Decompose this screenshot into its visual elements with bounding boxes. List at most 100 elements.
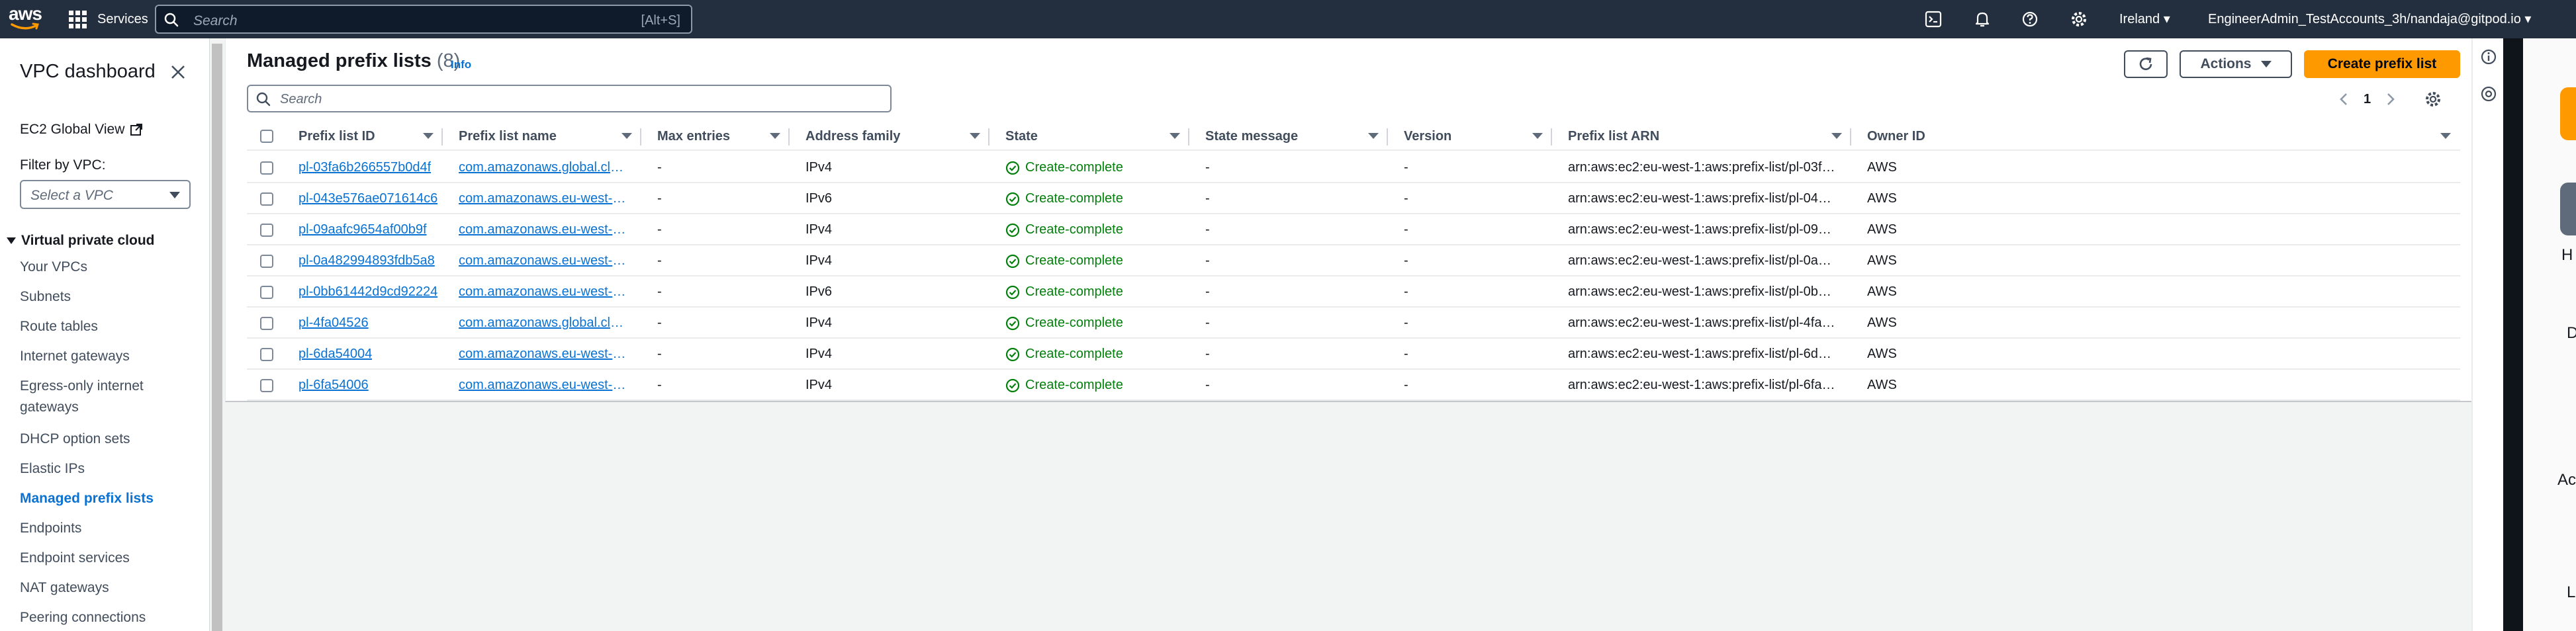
cell-prefix-list-name[interactable]: com.amazonaws.eu-west-1.dynamodb bbox=[459, 370, 628, 401]
row-checkbox[interactable] bbox=[260, 224, 273, 237]
prefix-list-id-link[interactable]: pl-03fa6b266557b0d4f bbox=[299, 160, 431, 175]
sidebar-item-dhcp-option-sets[interactable]: DHCP option sets bbox=[20, 429, 130, 450]
prefix-list-id-link[interactable]: pl-6da54004 bbox=[299, 347, 372, 362]
prefix-list-id-link[interactable]: pl-6fa54006 bbox=[299, 378, 369, 393]
row-checkbox[interactable] bbox=[260, 255, 273, 268]
table-row[interactable]: pl-09aafc9654af00b9f com.amazonaws.eu-wes… bbox=[247, 214, 2460, 245]
cell-prefix-list-name[interactable]: com.amazonaws.eu-west-1.ipv6.s3 bbox=[459, 183, 628, 214]
row-checkbox[interactable] bbox=[260, 317, 273, 330]
account-menu[interactable]: EngineerAdmin_TestAccounts_3h/nandaja@gi… bbox=[2208, 11, 2531, 27]
cloudshell-icon[interactable] bbox=[1922, 8, 1945, 30]
column-prefix-list-name[interactable]: Prefix list name bbox=[444, 122, 641, 151]
row-checkbox[interactable] bbox=[260, 161, 273, 175]
table-row[interactable]: pl-6da54004 com.amazonaws.eu-west-1.s3 - IP… bbox=[247, 339, 2460, 370]
global-search-input[interactable]: Search [Alt+S] bbox=[155, 5, 692, 34]
actions-button[interactable]: Actions bbox=[2180, 50, 2292, 78]
create-prefix-list-button[interactable]: Create prefix list bbox=[2304, 50, 2460, 78]
cell-prefix-list-id[interactable]: pl-043e576ae071614c6 bbox=[299, 183, 444, 214]
row-checkbox[interactable] bbox=[260, 286, 273, 299]
region-selector[interactable]: Ireland ▾ bbox=[2119, 11, 2170, 27]
sidebar-title[interactable]: VPC dashboard bbox=[20, 61, 156, 83]
cell-prefix-list-name[interactable]: com.amazonaws.global.cloudfront.origin-f… bbox=[459, 308, 628, 339]
column-version[interactable]: Version bbox=[1389, 122, 1552, 151]
sidebar-item-subnets[interactable]: Subnets bbox=[20, 286, 71, 308]
table-row[interactable]: pl-4fa04526 com.amazonaws.global.cloudfro… bbox=[247, 308, 2460, 339]
prefix-list-id-link[interactable]: pl-0a482994893fdb5a8 bbox=[299, 253, 435, 269]
column-state-message[interactable]: State message bbox=[1191, 122, 1388, 151]
sidebar-item-managed-prefix-lists[interactable]: Managed prefix lists bbox=[20, 488, 154, 509]
column-prefix-list-id[interactable]: Prefix list ID bbox=[291, 122, 443, 151]
prefix-list-name-link[interactable]: com.amazonaws.global.cloudfront.origin-f… bbox=[459, 160, 628, 175]
chevron-right-icon[interactable] bbox=[2385, 92, 2396, 106]
section-virtual-private-cloud[interactable]: Virtual private cloud bbox=[7, 233, 155, 249]
column-owner-id[interactable]: Owner ID bbox=[1853, 122, 2460, 151]
column-state[interactable]: State bbox=[991, 122, 1189, 151]
column-max-entries[interactable]: Max entries bbox=[643, 122, 790, 151]
bell-icon[interactable] bbox=[1971, 8, 1994, 30]
prefix-list-name-link[interactable]: com.amazonaws.eu-west-1.s3 bbox=[459, 347, 628, 362]
info-icon[interactable] bbox=[2479, 48, 2498, 66]
column-prefix-list-arn[interactable]: Prefix list ARN bbox=[1553, 122, 1851, 151]
prefix-list-id-link[interactable]: pl-043e576ae071614c6 bbox=[299, 191, 437, 206]
cell-prefix-list-id[interactable]: pl-6fa54006 bbox=[299, 370, 444, 401]
settings-icon[interactable] bbox=[2068, 8, 2090, 30]
sidebar-scrollbar-thumb[interactable] bbox=[212, 44, 222, 631]
prefix-list-name-link[interactable]: com.amazonaws.eu-west-1.ipv6.s3 bbox=[459, 191, 628, 206]
table-row[interactable]: pl-0a482994893fdb5a8 com.amazonaws.eu-wes… bbox=[247, 245, 2460, 276]
table-row[interactable]: pl-6fa54006 com.amazonaws.eu-west-1.dynam… bbox=[247, 370, 2460, 401]
sidebar-item-endpoints[interactable]: Endpoints bbox=[20, 518, 81, 539]
sidebar-item-internet-gateways[interactable]: Internet gateways bbox=[20, 346, 130, 367]
settings-icon[interactable] bbox=[2424, 90, 2442, 108]
sidebar-item-peering-connections[interactable]: Peering connections bbox=[20, 607, 146, 628]
row-checkbox[interactable] bbox=[260, 192, 273, 206]
cell-prefix-list-arn-text: arn:aws:ec2:eu-west-1:aws:prefix-list/pl… bbox=[1568, 191, 1838, 206]
page-number[interactable]: 1 bbox=[2364, 92, 2371, 107]
cell-prefix-list-name[interactable]: com.amazonaws.eu-west-1.s3 bbox=[459, 339, 628, 370]
select-all-checkbox[interactable] bbox=[260, 130, 273, 143]
prefix-list-id-link[interactable]: pl-09aafc9654af00b9f bbox=[299, 222, 427, 237]
sidebar-item-your-vpcs[interactable]: Your VPCs bbox=[20, 257, 87, 278]
prefix-list-name-link[interactable]: com.amazonaws.eu-west-1.ipv6.dynamodb bbox=[459, 284, 628, 300]
sidebar-item-egress-only-internet-gateways[interactable]: Egress-only internet gateways bbox=[20, 376, 179, 418]
side-panel-tile[interactable] bbox=[2560, 87, 2576, 140]
sidebar-item-route-tables[interactable]: Route tables bbox=[20, 316, 98, 337]
cell-owner-id-text: AWS bbox=[1867, 222, 1897, 237]
table-row[interactable]: pl-043e576ae071614c6 com.amazonaws.eu-wes… bbox=[247, 183, 2460, 214]
cell-prefix-list-id[interactable]: pl-4fa04526 bbox=[299, 308, 444, 339]
feedback-icon[interactable] bbox=[2479, 85, 2498, 103]
refresh-button[interactable] bbox=[2124, 50, 2168, 78]
row-checkbox[interactable] bbox=[260, 348, 273, 361]
info-link[interactable]: Info bbox=[451, 58, 471, 71]
sidebar-item-nat-gateways[interactable]: NAT gateways bbox=[20, 577, 109, 599]
prefix-list-name-link[interactable]: com.amazonaws.eu-west-1.dynamodb bbox=[459, 378, 628, 393]
prefix-list-name-link[interactable]: com.amazonaws.global.cloudfront.origin-f… bbox=[459, 316, 628, 331]
table-row[interactable]: pl-03fa6b266557b0d4f com.amazonaws.global… bbox=[247, 152, 2460, 183]
row-checkbox[interactable] bbox=[260, 379, 273, 392]
sidebar-item-endpoint-services[interactable]: Endpoint services bbox=[20, 548, 130, 569]
close-icon[interactable] bbox=[168, 62, 188, 82]
cell-prefix-list-name[interactable]: com.amazonaws.eu-west-1.ipv6.dynamodb bbox=[459, 276, 628, 308]
cell-prefix-list-id[interactable]: pl-09aafc9654af00b9f bbox=[299, 214, 444, 245]
cell-prefix-list-id[interactable]: pl-0a482994893fdb5a8 bbox=[299, 245, 444, 276]
help-icon[interactable] bbox=[2019, 8, 2041, 30]
cell-prefix-list-name[interactable]: com.amazonaws.eu-west-1.vpc-lattice bbox=[459, 214, 628, 245]
aws-logo[interactable]: aws bbox=[7, 4, 44, 34]
prefix-list-id-link[interactable]: pl-0bb61442d9cd92224 bbox=[299, 284, 437, 300]
vpc-select[interactable]: Select a VPC bbox=[20, 180, 191, 209]
table-row[interactable]: pl-0bb61442d9cd92224 com.amazonaws.eu-wes… bbox=[247, 276, 2460, 308]
prefix-list-name-link[interactable]: com.amazonaws.eu-west-1.ipv6.vpc-lattice bbox=[459, 253, 628, 269]
cell-prefix-list-id[interactable]: pl-0bb61442d9cd92224 bbox=[299, 276, 444, 308]
prefix-list-name-link[interactable]: com.amazonaws.eu-west-1.vpc-lattice bbox=[459, 222, 628, 237]
services-menu[interactable]: Services bbox=[69, 5, 148, 33]
cell-prefix-list-id[interactable]: pl-03fa6b266557b0d4f bbox=[299, 152, 444, 183]
side-panel-tile[interactable] bbox=[2560, 183, 2576, 235]
table-search-input[interactable]: Search bbox=[247, 85, 892, 112]
cell-prefix-list-id[interactable]: pl-6da54004 bbox=[299, 339, 444, 370]
cell-prefix-list-name[interactable]: com.amazonaws.eu-west-1.ipv6.vpc-lattice bbox=[459, 245, 628, 276]
prefix-list-id-link[interactable]: pl-4fa04526 bbox=[299, 316, 369, 331]
cell-prefix-list-name[interactable]: com.amazonaws.global.cloudfront.origin-f… bbox=[459, 152, 628, 183]
chevron-left-icon[interactable] bbox=[2338, 92, 2349, 106]
ec2-global-view-link[interactable]: EC2 Global View bbox=[20, 122, 143, 138]
sidebar-item-elastic-ips[interactable]: Elastic IPs bbox=[20, 458, 85, 480]
column-address-family[interactable]: Address family bbox=[791, 122, 989, 151]
